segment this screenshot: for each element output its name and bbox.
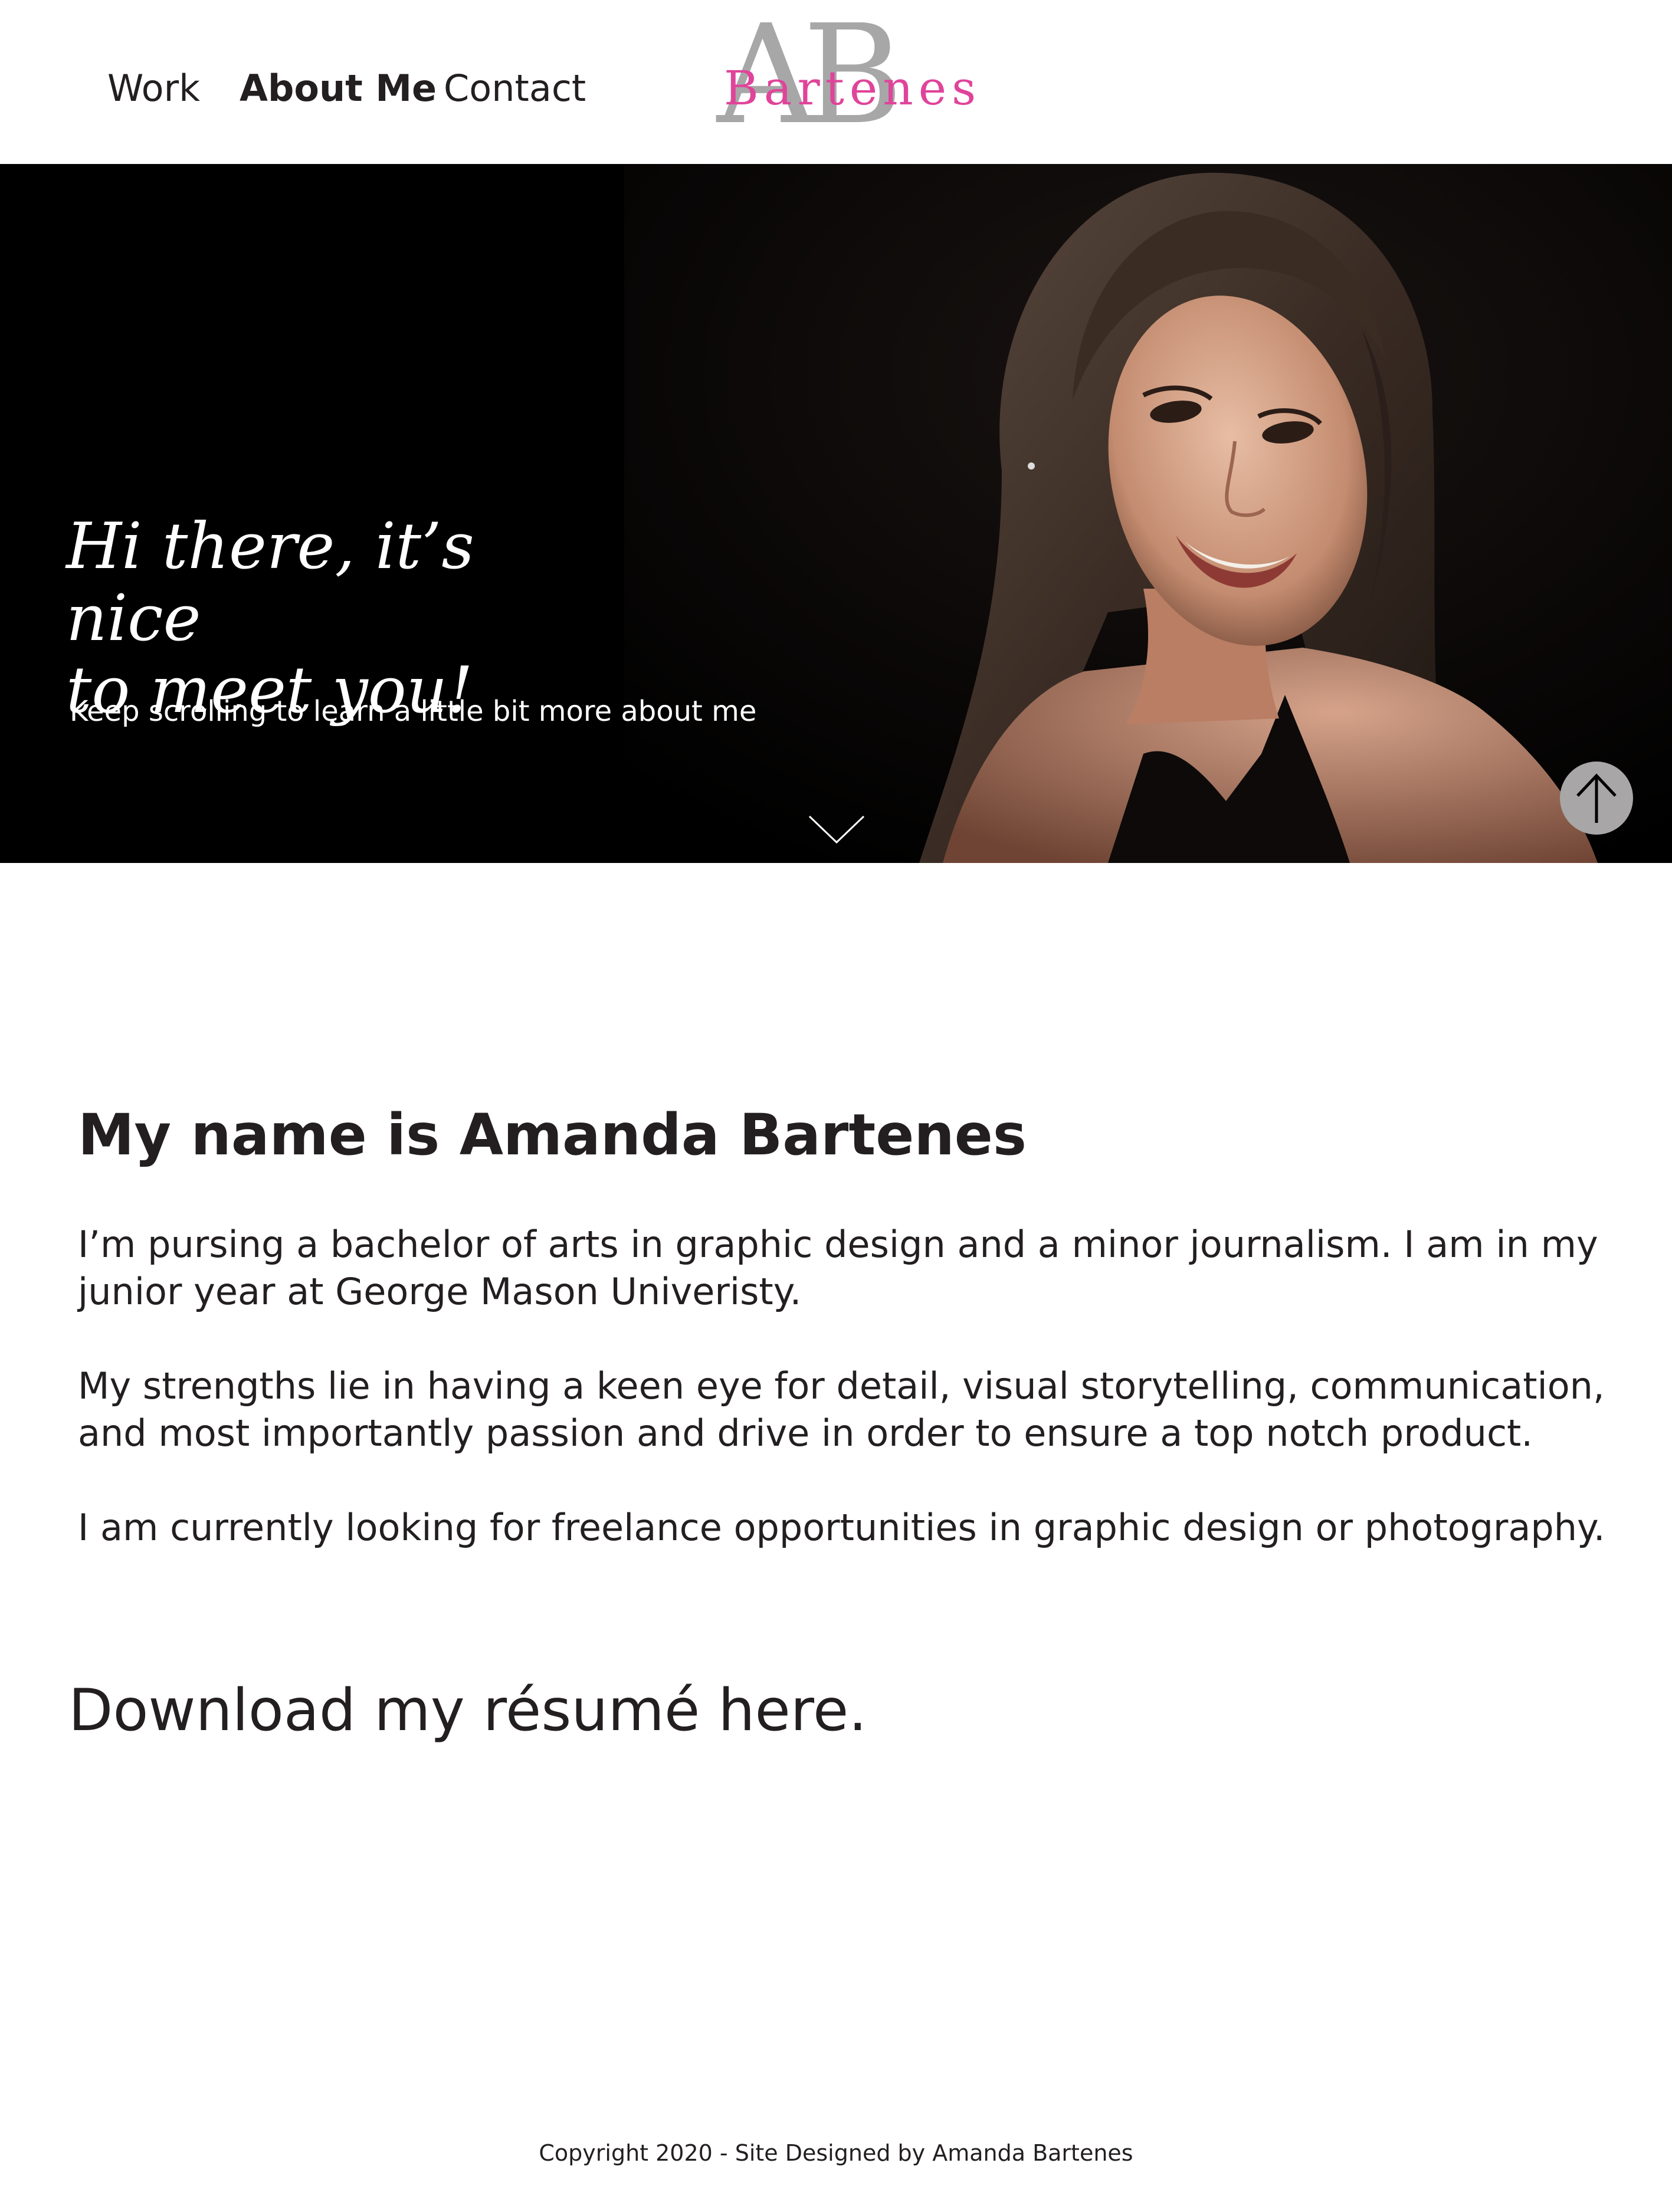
about-paragraph-freelance: I am currently looking for freelance opp… — [78, 1506, 1605, 1549]
chevron-down-icon — [808, 815, 865, 844]
hero-subtitle: Keep scrolling to learn a little bit mor… — [70, 695, 757, 728]
copyright-text: Copyright 2020 - Site Designed by Amanda… — [539, 2140, 1133, 2166]
download-resume-link[interactable]: Download my résumé here. — [68, 1672, 867, 1749]
back-to-top-button[interactable] — [1560, 762, 1633, 835]
hero-banner: Hi there, it’s nice to meet you! Keep sc… — [0, 164, 1672, 863]
site-footer: Copyright 2020 - Site Designed by Amanda… — [0, 2138, 1672, 2168]
nav-link-contact[interactable]: Contact — [444, 65, 586, 112]
site-logo[interactable]: AB Bartenes — [717, 1, 976, 149]
about-heading: My name is Amanda Bartenes — [78, 1102, 1027, 1169]
arrow-up-icon — [1576, 773, 1617, 823]
site-header: Work About Me Contact AB Bartenes — [0, 0, 1672, 164]
logo-name: Bartenes — [724, 61, 982, 116]
about-paragraph-strengths: My strengths lie in having a keen eye fo… — [78, 1364, 1605, 1455]
about-body: I’m pursing a bachelor of arts in graphi… — [78, 1221, 1612, 1599]
nav-link-about-me[interactable]: About Me — [240, 65, 437, 112]
scroll-down-button[interactable] — [807, 813, 866, 848]
about-paragraph-education: I’m pursing a bachelor of arts in graphi… — [78, 1223, 1598, 1313]
portrait-photo — [624, 164, 1672, 863]
nav-link-work[interactable]: Work — [107, 65, 200, 112]
